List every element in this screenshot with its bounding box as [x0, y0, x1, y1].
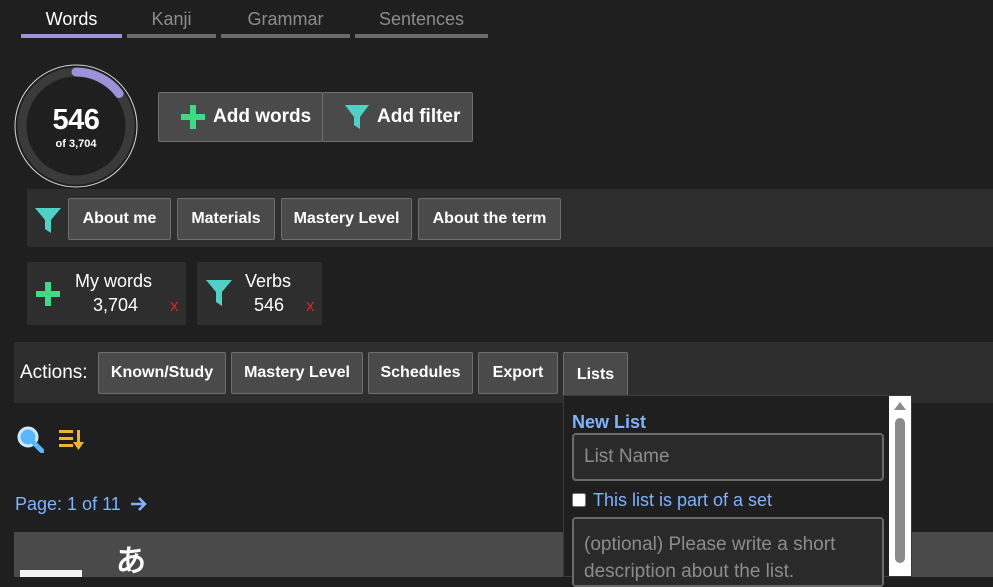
known-study-button[interactable]: Known/Study [98, 352, 226, 394]
plus-icon [36, 282, 60, 306]
chip-name: Verbs [245, 271, 292, 291]
tab-words[interactable]: Words [21, 9, 122, 38]
list-name-input[interactable] [572, 433, 884, 481]
mastery-level-action-button[interactable]: Mastery Level [231, 352, 363, 394]
scroll-up-icon[interactable] [894, 402, 906, 410]
filter-about-the-term-button[interactable]: About the term [418, 198, 561, 240]
chip-name: My words [75, 271, 153, 291]
arrow-right-icon[interactable] [130, 496, 148, 512]
lists-button[interactable]: Lists [563, 352, 628, 396]
add-words-label: Add words [213, 106, 312, 127]
filter-icon [345, 105, 369, 129]
filter-about-me-button[interactable]: About me [68, 198, 171, 240]
tab-grammar[interactable]: Grammar [221, 9, 350, 38]
export-button[interactable]: Export [478, 352, 558, 394]
chip-count: 546 [254, 295, 285, 315]
plus-icon [181, 105, 205, 129]
verbs-chip: Verbs 546 x [197, 262, 322, 325]
remove-chip-button[interactable]: x [170, 296, 179, 316]
new-list-popup: New List This list is part of a set [563, 395, 912, 587]
filter-icon[interactable] [34, 206, 62, 235]
actions-label: Actions: [20, 362, 88, 383]
chip-count: 3,704 [93, 295, 139, 315]
sort-icon[interactable] [58, 428, 86, 452]
my-words-chip: My words 3,704 x [27, 262, 186, 325]
word-count-ring: 546 of 3,704 [14, 64, 140, 190]
total-word-count: of 3,704 [55, 138, 97, 150]
search-icon[interactable] [16, 425, 44, 453]
add-filter-label: Add filter [377, 106, 461, 127]
selected-word-count: 546 [52, 104, 100, 136]
filter-icon [206, 280, 232, 306]
word-image [20, 570, 82, 577]
scrollbar-thumb[interactable] [895, 418, 905, 563]
list-set-label[interactable]: This list is part of a set [593, 490, 772, 511]
add-words-button[interactable]: Add words [158, 92, 323, 142]
pagination[interactable]: Page: 1 of 11 [15, 494, 148, 515]
filter-mastery-level-button[interactable]: Mastery Level [281, 198, 412, 240]
schedules-button[interactable]: Schedules [368, 352, 473, 394]
new-list-title: New List [572, 412, 647, 432]
popup-scrollbar[interactable] [889, 396, 911, 576]
page-indicator: Page: 1 of 11 [15, 494, 121, 514]
word-kana: あ [116, 545, 146, 578]
filter-materials-button[interactable]: Materials [177, 198, 275, 240]
remove-chip-button[interactable]: x [306, 296, 315, 316]
add-filter-button[interactable]: Add filter [322, 92, 473, 142]
list-set-checkbox[interactable] [572, 493, 586, 507]
tab-sentences[interactable]: Sentences [355, 9, 488, 38]
tab-kanji[interactable]: Kanji [127, 9, 216, 38]
